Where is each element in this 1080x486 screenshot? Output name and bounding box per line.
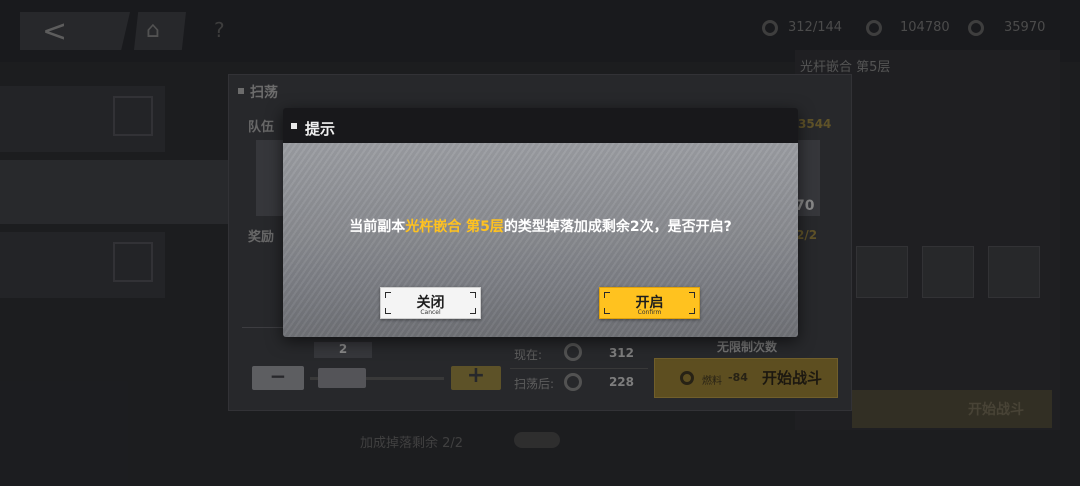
confirm-button-sublabel: Confirm	[637, 309, 662, 316]
prompt-dialog: 提示 当前副本光杵嵌合 第5层的类型掉落加成剩余2次，是否开启? 关闭 Canc…	[283, 108, 798, 337]
cancel-button-sublabel: Cancel	[420, 309, 441, 316]
dialog-header: 提示	[283, 108, 798, 143]
dialog-texture	[283, 143, 798, 337]
dialog-title: 提示	[305, 120, 336, 138]
title-marker-icon	[291, 123, 297, 129]
confirm-button[interactable]: 开启 Confirm	[599, 287, 700, 319]
stage-highlight: 光杵嵌合 第5层	[405, 219, 504, 235]
cancel-button[interactable]: 关闭 Cancel	[380, 287, 481, 319]
dialog-message: 当前副本光杵嵌合 第5层的类型掉落加成剩余2次，是否开启?	[349, 219, 732, 235]
dialog-body	[283, 143, 798, 337]
